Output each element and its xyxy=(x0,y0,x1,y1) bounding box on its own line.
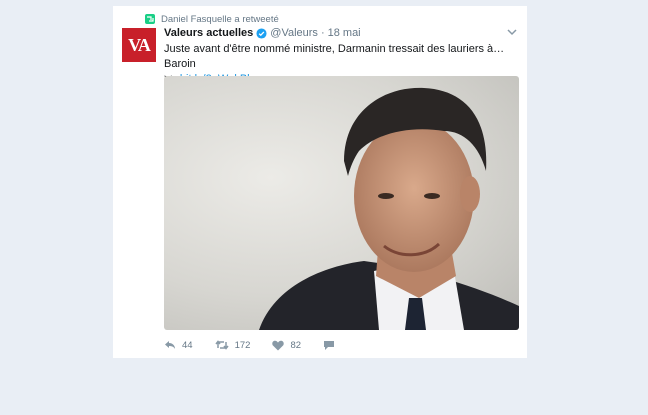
portrait-photo xyxy=(259,87,519,330)
retweet-button[interactable]: 172 xyxy=(214,339,251,351)
retweet-context: Daniel Fasquelle a retweeté xyxy=(145,12,279,26)
direct-message-icon xyxy=(324,340,335,350)
heart-icon xyxy=(272,340,285,350)
reply-count: 44 xyxy=(182,339,193,351)
reply-button[interactable]: 44 xyxy=(164,340,193,351)
tweet-date[interactable]: 18 mai xyxy=(328,27,361,39)
tweet-photo[interactable] xyxy=(164,76,519,330)
retweet-icon xyxy=(214,340,229,350)
author-name[interactable]: Valeurs actuelles xyxy=(164,27,253,39)
chevron-down-icon[interactable] xyxy=(506,27,518,37)
message-button[interactable] xyxy=(323,340,335,351)
tweet-header: Valeurs actuelles @Valeurs · 18 mai xyxy=(164,26,361,40)
separator-dot: · xyxy=(320,27,325,39)
avatar[interactable]: VA xyxy=(122,28,156,62)
like-button[interactable]: 82 xyxy=(272,340,301,351)
author-handle[interactable]: @Valeurs xyxy=(270,27,318,39)
retweet-badge-icon xyxy=(145,14,155,24)
retweet-count: 172 xyxy=(234,339,251,351)
tweet-body: Juste avant d'être nommé ministre, Darma… xyxy=(164,43,505,70)
retweeter-text[interactable]: Daniel Fasquelle a retweeté xyxy=(161,14,279,25)
tweet-card[interactable]: Daniel Fasquelle a retweeté VA Valeurs a… xyxy=(113,6,527,358)
verified-icon xyxy=(256,27,267,39)
like-count: 82 xyxy=(290,339,302,351)
tweet-actions: 44 172 82 xyxy=(164,337,357,353)
reply-icon xyxy=(165,341,175,349)
